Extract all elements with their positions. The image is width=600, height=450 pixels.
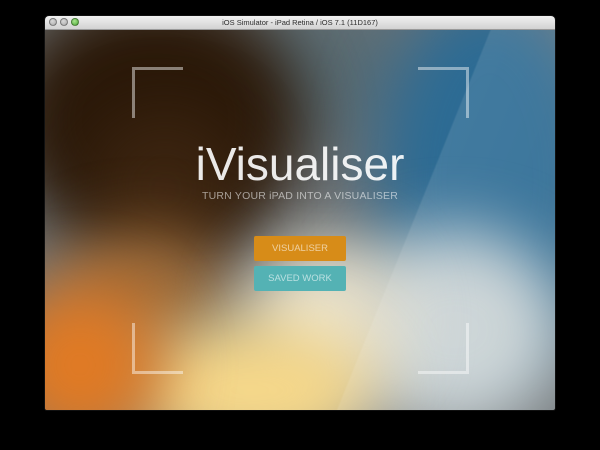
visualiser-button[interactable]: VISUALISER: [254, 236, 346, 261]
window-titlebar[interactable]: iOS Simulator - iPad Retina / iOS 7.1 (1…: [45, 16, 555, 30]
viewfinder-corner-bottom-right-icon: [418, 323, 469, 374]
viewfinder-corner-top-right-icon: [418, 67, 469, 118]
saved-work-button[interactable]: SAVED WORK: [254, 266, 346, 291]
app-title: iVisualiser: [195, 138, 405, 190]
background-sheen: [45, 30, 555, 410]
viewfinder-corner-top-left-icon: [132, 67, 183, 118]
app-tagline: TURN YOUR iPAD INTO A VISUALISER: [201, 190, 399, 202]
window-title: iOS Simulator - iPad Retina / iOS 7.1 (1…: [222, 18, 378, 27]
simulator-window: iOS Simulator - iPad Retina / iOS 7.1 (1…: [45, 16, 555, 410]
viewfinder-corner-bottom-left-icon: [132, 323, 183, 374]
app-screen: iVisualiser TURN YOUR iPAD INTO A VISUAL…: [45, 30, 555, 410]
